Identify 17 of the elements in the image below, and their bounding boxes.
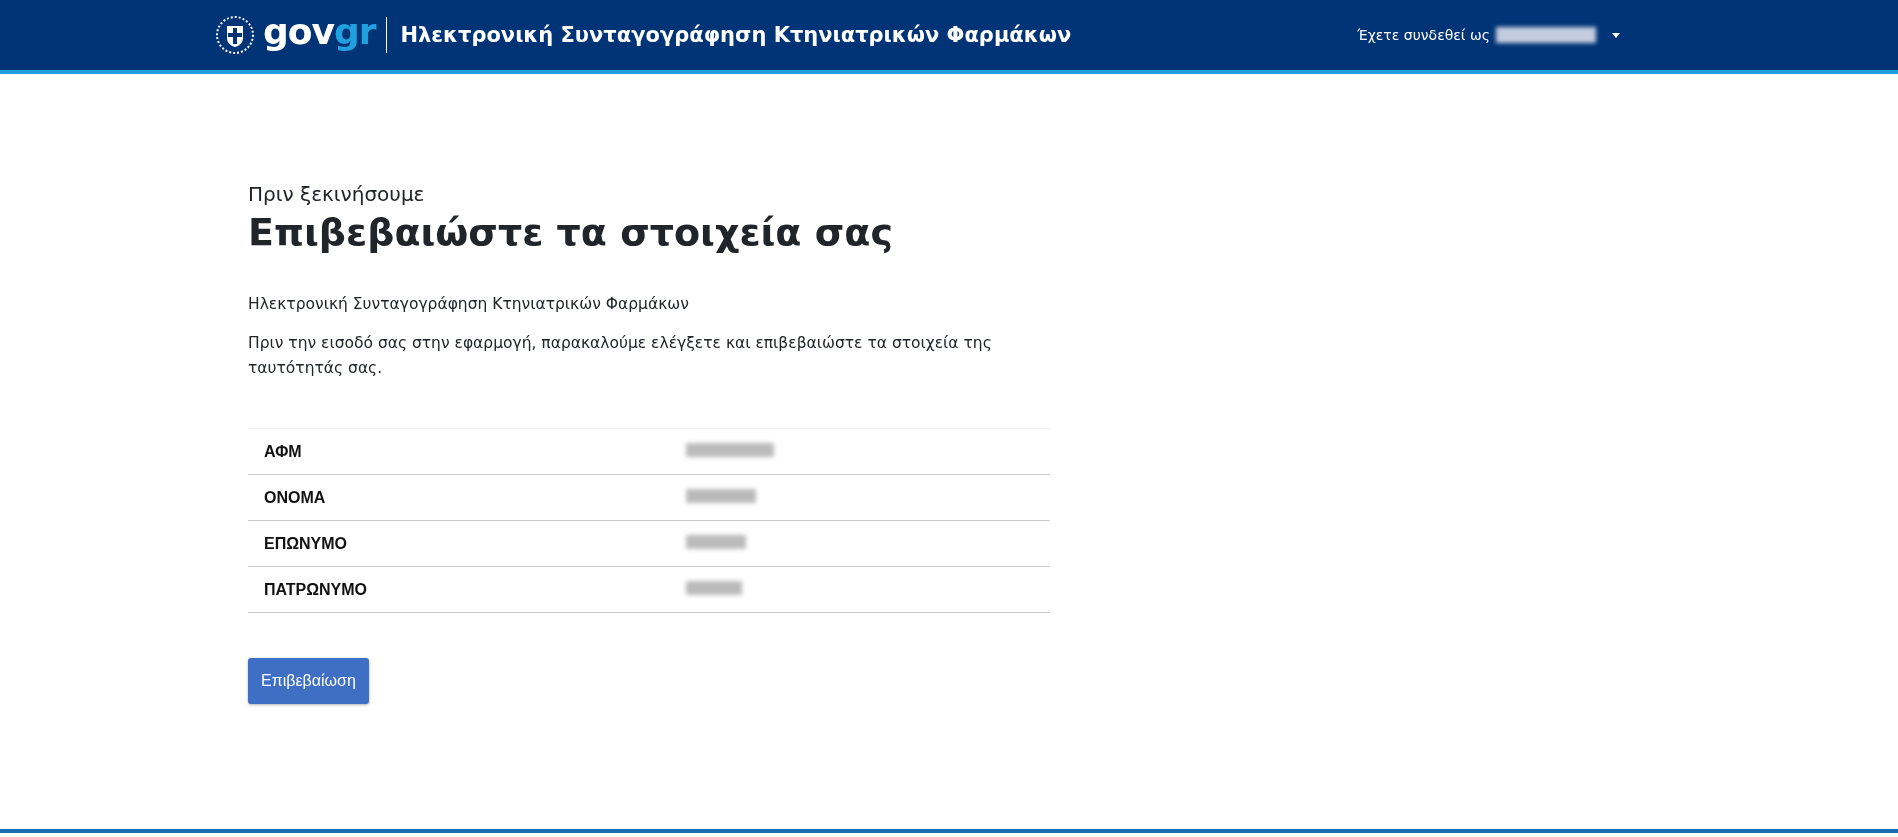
app-title: Ηλεκτρονική Συνταγογράφηση Κτηνιατρικών Φαρμάκων bbox=[400, 23, 1072, 47]
emblem-icon bbox=[215, 15, 255, 55]
instructions-text: Πριν την εισοδό σας στην εφαρμογή, παρακαλούμε ελέγξετε και επιβεβαιώστε τα στοιχεία της ταυτότητάς σας. bbox=[248, 332, 993, 379]
caret-icon bbox=[1612, 32, 1620, 38]
redacted-value bbox=[686, 488, 756, 503]
field-label: ΑΦΜ bbox=[248, 428, 670, 475]
field-label: ΠΑΤΡΩΝΥΜΟ bbox=[248, 566, 670, 613]
field-label: ΕΠΩΝΥΜΟ bbox=[248, 520, 670, 567]
eyebrow-text: Πριν ξεκινήσουμε bbox=[248, 182, 426, 206]
app-name-text: Ηλεκτρονική Συνταγογράφηση Κτηνιατρικών Φαρμάκων bbox=[248, 294, 690, 315]
field-label: ΟΝΟΜΑ bbox=[248, 474, 670, 521]
confirm-button[interactable]: Επιβεβαίωση bbox=[248, 658, 369, 705]
page-heading: Επιβεβαιώστε τα στοιχεία σας bbox=[248, 210, 894, 254]
user-menu[interactable]: Έχετε συνδεθεί ως bbox=[1357, 27, 1620, 43]
redacted-value bbox=[686, 580, 742, 595]
redacted-value bbox=[686, 534, 746, 549]
govgr-logo[interactable]: govgr bbox=[263, 14, 376, 50]
